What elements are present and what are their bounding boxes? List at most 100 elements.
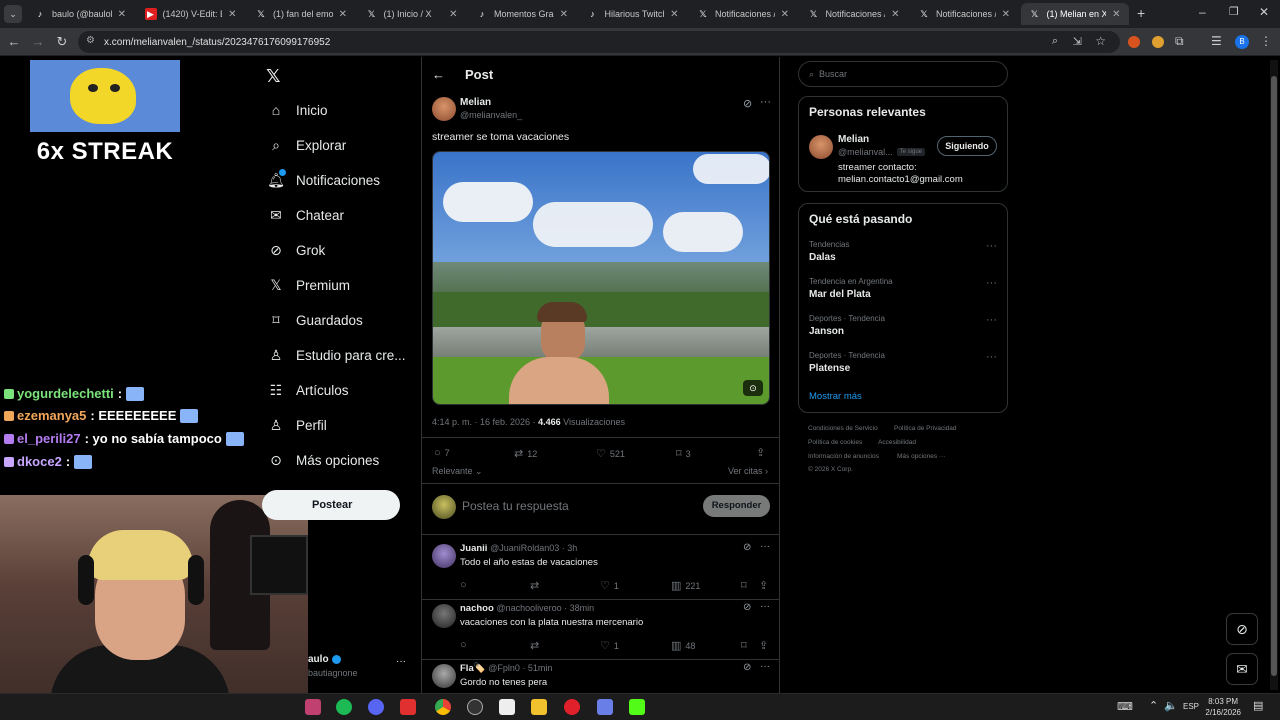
views-action[interactable]: ▥ 48 [671, 639, 695, 652]
reply-author[interactable]: Fla🏷️ [460, 663, 486, 674]
like-action[interactable]: ♡ 1 [600, 639, 619, 652]
search-input[interactable]: ⌕ Buscar [798, 61, 1008, 87]
tab-close-icon[interactable]: ✕ [670, 9, 678, 20]
relevant-avatar[interactable] [809, 135, 833, 159]
bookmark-action[interactable]: ⌑ 3 [676, 447, 691, 460]
grok-icon[interactable]: ⊘ [743, 602, 751, 613]
voicemod-icon[interactable] [400, 699, 416, 715]
tab-close-icon[interactable]: ✕ [1112, 9, 1120, 20]
reply-action[interactable]: ○ [460, 579, 471, 591]
like-action[interactable]: ♡ 1 [600, 579, 619, 592]
browser-tab[interactable]: ♪ Hilarious Twitch M ✕ [579, 3, 687, 25]
tab-close-icon[interactable]: ✕ [891, 9, 899, 20]
reply-author[interactable]: Juanii [460, 543, 487, 554]
url-field[interactable]: ⚙ x.com/melianvalen_/status/202347617609… [78, 31, 1120, 53]
repost-action[interactable]: ⇄ [530, 579, 543, 592]
browser-tab[interactable]: 𝕏 (1) Melian en X: "s ✕ [1020, 3, 1129, 25]
like-action[interactable]: ♡ 521 [596, 447, 625, 460]
tab-close-icon[interactable]: ✕ [118, 9, 126, 20]
tray-chevron-icon[interactable]: ⌃ [1149, 699, 1158, 712]
minimize-button[interactable]: – [1199, 5, 1206, 19]
clock-date[interactable]: 2/16/2026 [1201, 708, 1241, 717]
volume-icon[interactable]: 🔈 [1164, 699, 1178, 712]
zoom-icon[interactable]: ⌕ [1052, 35, 1058, 48]
grok-icon[interactable]: ⊘ [743, 662, 751, 673]
repost-action[interactable]: ⇄ [530, 639, 543, 652]
reply-more-icon[interactable]: ··· [760, 541, 770, 552]
reading-list-icon[interactable]: ☰ [1211, 34, 1222, 48]
back-button[interactable]: ← [6, 34, 22, 50]
trend-item[interactable]: Deportes · Tendencia Janson ··· [799, 314, 1007, 348]
messages-fab[interactable]: ✉ [1226, 653, 1258, 685]
browser-menu-icon[interactable]: ⋮ [1260, 34, 1272, 48]
reply-item[interactable]: Juanii @JuaniRoldan03 · 3h ⊘ ··· Todo el añ… [422, 540, 779, 600]
trend-item[interactable]: Tendencia en Argentina Mar del Plata ··· [799, 277, 1007, 311]
author-name[interactable]: Melian [460, 97, 491, 108]
trend-more-icon[interactable]: ··· [986, 277, 997, 289]
browser-tab[interactable]: 𝕏 Notificaciones / X ✕ [689, 3, 797, 25]
browser-tab[interactable]: ▶ (1420) V-Edit: Bau ✕ [137, 3, 245, 25]
browser-tab[interactable]: ♪ Momentos Gracio ✕ [468, 3, 576, 25]
nav-item-estudio-para-cre[interactable]: ♙ Estudio para cre... [268, 342, 406, 368]
tab-close-icon[interactable]: ✕ [449, 9, 457, 20]
nav-item-artículos[interactable]: ☷ Artículos [268, 377, 349, 403]
nav-item-perfil[interactable]: ♙ Perfil [268, 412, 327, 438]
spotify-icon[interactable] [336, 699, 352, 715]
nav-item-premium[interactable]: 𝕏 Premium [268, 272, 350, 298]
extensions-puzzle-icon[interactable]: ⧉ [1175, 34, 1184, 49]
share-icon[interactable]: ⇪ [759, 579, 772, 592]
show-more-link[interactable]: Mostrar más [809, 391, 862, 402]
reply-item[interactable]: Fla🏷️ @Fpln0 · 51min ⊘ ··· Gordo no tenes p… [422, 660, 779, 693]
file-explorer-icon[interactable] [531, 699, 547, 715]
quotes-link[interactable]: Ver citas › [728, 466, 768, 476]
account-switcher[interactable]: aulo bautiagnone ··· [308, 652, 413, 682]
tab-close-icon[interactable]: ✕ [228, 9, 236, 20]
new-tab-button[interactable]: + [1137, 5, 1145, 21]
bookmark-action[interactable]: ⌑ [741, 639, 751, 652]
views-action[interactable]: ▥ 221 [671, 579, 700, 592]
sort-dropdown[interactable]: Relevante ⌄ [432, 466, 483, 477]
author-handle[interactable]: @melianvalen_ [460, 110, 522, 120]
chrome-icon[interactable] [435, 699, 451, 715]
nav-item-más-opciones[interactable]: ⊙ Más opciones [268, 447, 379, 473]
footer-link-cookies[interactable]: Política de cookies [808, 439, 862, 446]
nav-item-notificaciones[interactable]: 🔔︎ Notificaciones [267, 167, 380, 193]
trend-more-icon[interactable]: ··· [986, 351, 997, 363]
x-logo-icon[interactable]: 𝕏 [266, 66, 281, 87]
trend-item[interactable]: Tendencias Dalas ··· [799, 240, 1007, 274]
relevant-name[interactable]: Melian [838, 134, 869, 145]
capture-icon[interactable] [499, 699, 515, 715]
bookmark-action[interactable]: ⌑ [741, 579, 751, 592]
tab-close-icon[interactable]: ✕ [560, 9, 568, 20]
back-arrow-icon[interactable]: ← [432, 67, 445, 82]
browser-tab[interactable]: 𝕏 Notificaciones / X ✕ [800, 3, 908, 25]
bookmark-star-icon[interactable]: ☆ [1095, 34, 1106, 48]
extension-icon-2[interactable] [1152, 36, 1164, 48]
close-window-button[interactable]: ✕ [1259, 5, 1269, 19]
forward-button[interactable]: → [30, 34, 46, 50]
tab-close-icon[interactable]: ✕ [781, 9, 789, 20]
tab-close-icon[interactable]: ✕ [339, 9, 347, 20]
browser-tab[interactable]: 𝕏 (1) Inicio / X ✕ [358, 3, 466, 25]
browser-tab[interactable]: ♪ baulo (@baulol) ✕ [26, 3, 134, 25]
footer-link-privacy[interactable]: Política de Privacidad [894, 425, 957, 432]
reply-more-icon[interactable]: ··· [760, 661, 770, 672]
post-button[interactable]: Postear [262, 490, 400, 520]
footer-link-more[interactable]: Más opciones ··· [897, 453, 945, 460]
tab-list-button[interactable]: ⌄ [4, 5, 22, 23]
obs-icon[interactable] [467, 699, 483, 715]
footer-link-accessibility[interactable]: Accesibilidad [878, 439, 916, 446]
reply-button[interactable]: Responder [703, 495, 770, 517]
reply-action[interactable]: ○ [460, 639, 471, 651]
extension-icon-1[interactable] [1128, 36, 1140, 48]
reply-action[interactable]: ○ 7 [434, 447, 450, 459]
trend-more-icon[interactable]: ··· [986, 240, 997, 252]
trend-more-icon[interactable]: ··· [986, 314, 997, 326]
reply-item[interactable]: nachoo @nachooliveroo · 38min ⊘ ··· vacacio… [422, 600, 779, 660]
keyboard-icon[interactable]: ⌨ [1117, 700, 1133, 713]
footer-link-terms[interactable]: Condiciones de Servicio [808, 425, 878, 432]
site-info-icon[interactable]: ⚙ [86, 35, 95, 46]
install-icon[interactable]: ⇲ [1073, 35, 1082, 48]
profile-avatar[interactable]: B [1235, 35, 1249, 49]
taskbar-app-icon-2[interactable] [597, 699, 613, 715]
